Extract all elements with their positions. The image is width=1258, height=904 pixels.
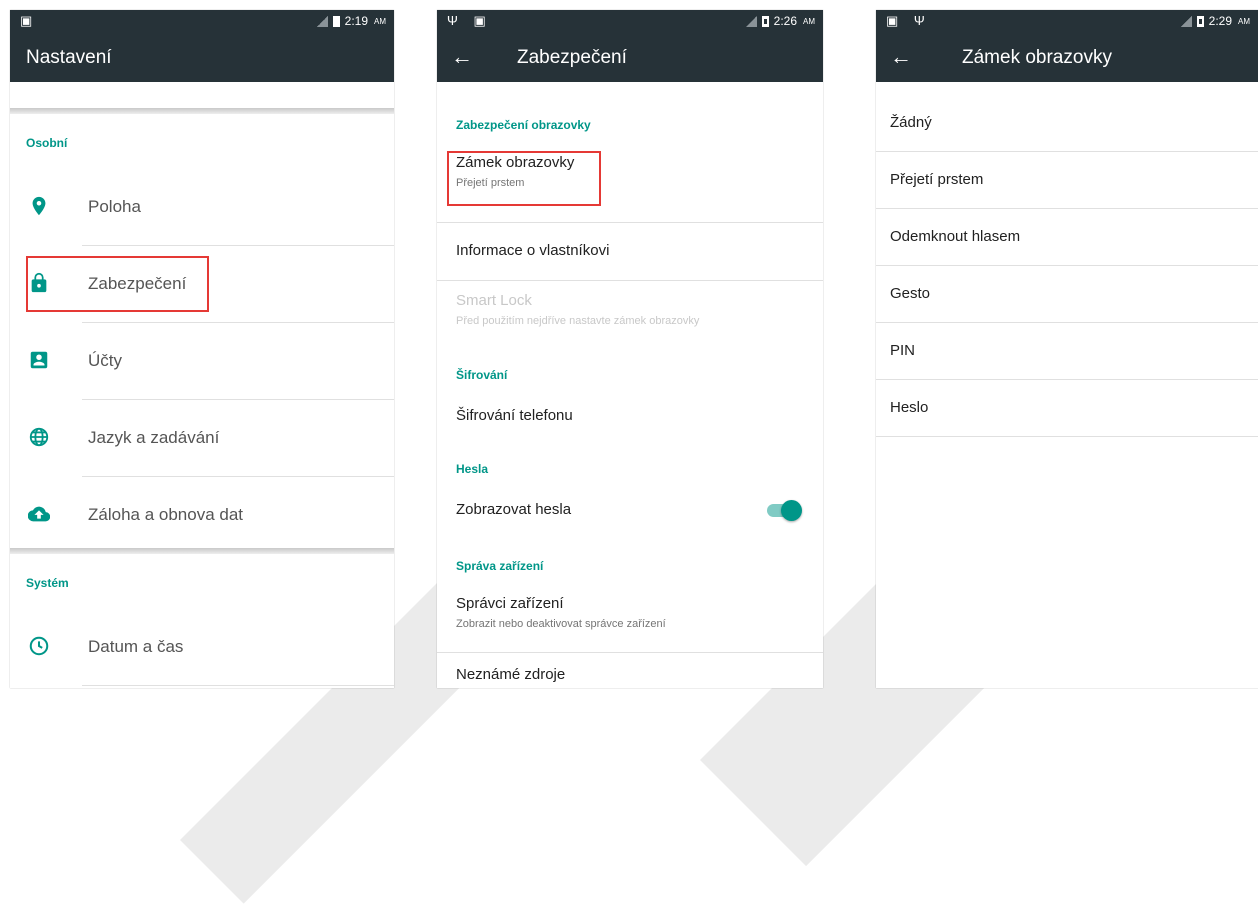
settings-screen: ▣ 2:19 AM Nastavení Osobní Poloha Zabezpe… (10, 10, 394, 688)
highlight-box (447, 151, 601, 206)
row-divider (876, 436, 1258, 437)
battery-icon (332, 15, 340, 27)
settings-item-label: Záloha a obnova dat (88, 505, 244, 524)
page-title: Nastavení (26, 47, 112, 68)
status-bar: ▣ Ψ 2:29 AM (876, 10, 1258, 34)
lock-option-label: PIN (890, 342, 916, 359)
notification-icons: ▣ Ψ (886, 13, 931, 28)
lock-option-label: Odemknout hlasem (890, 228, 1021, 245)
pref-unknown-sources[interactable]: Neznámé zdroje (437, 653, 823, 688)
page-title: Zabezpečení (517, 47, 627, 68)
clock-ampm: AM (803, 16, 815, 26)
status-bar: Ψ ▣ 2:26 AM (437, 10, 823, 34)
settings-item-label: Datum a čas (88, 637, 184, 656)
status-right: 2:29 AM (1180, 14, 1250, 28)
section-header-screen-security: Zabezpečení obrazovky (456, 118, 591, 132)
clock-time: 2:29 (1208, 14, 1232, 28)
section-header-device-admin: Správa zařízení (456, 559, 544, 573)
settings-item-jazyk[interactable]: Jazyk a zadávání (10, 400, 394, 477)
section-header-system: Systém (26, 576, 69, 590)
highlight-box (26, 256, 209, 312)
pref-owner-info[interactable]: Informace o vlastníkovi (437, 223, 823, 281)
lock-option-none[interactable]: Žádný (876, 95, 1258, 152)
lock-option-password[interactable]: Heslo (876, 380, 1258, 437)
app-bar: ← Zámek obrazovky (876, 34, 1258, 82)
signal-icon (316, 15, 328, 27)
pref-title: Informace o vlastníkovi (456, 242, 610, 259)
globe-icon (29, 427, 49, 447)
lock-option-voice[interactable]: Odemknout hlasem (876, 209, 1258, 266)
location-pin-icon (32, 196, 46, 216)
status-bar: ▣ 2:19 AM (10, 10, 394, 34)
battery-charging-icon (761, 15, 769, 27)
pref-show-passwords[interactable]: Zobrazovat hesla (437, 484, 823, 544)
settings-item-zaloha[interactable]: Záloha a obnova dat (10, 477, 394, 554)
lock-option-label: Heslo (890, 399, 929, 416)
settings-item-ucty[interactable]: Účty (10, 323, 394, 400)
settings-item-label: Jazyk a zadávání (88, 428, 220, 447)
back-arrow-icon[interactable]: ← (451, 44, 473, 70)
settings-item-label: Účty (88, 351, 122, 370)
pref-title: Správci zařízení (456, 595, 564, 612)
clock-icon (29, 636, 49, 656)
section-header-encryption: Šifrování (456, 368, 508, 382)
clock-ampm: AM (1238, 16, 1250, 26)
notification-icons: Ψ ▣ (447, 13, 492, 28)
show-passwords-toggle[interactable] (767, 500, 803, 522)
battery-charging-icon (1196, 15, 1204, 27)
pref-smart-lock: Smart Lock Před použitím nejdříve nastav… (437, 281, 823, 359)
lock-option-pattern[interactable]: Gesto (876, 266, 1258, 323)
clock-time: 2:26 (773, 14, 797, 28)
signal-icon (745, 15, 757, 27)
security-screen: Ψ ▣ 2:26 AM ← Zabezpečení Zabezpečení obr… (437, 10, 823, 688)
back-arrow-icon[interactable]: ← (890, 44, 912, 70)
settings-item-poloha[interactable]: Poloha (10, 169, 394, 246)
pref-phone-encryption[interactable]: Šifrování telefonu (437, 390, 823, 450)
row-divider (82, 685, 394, 686)
clock-ampm: AM (374, 16, 386, 26)
settings-item-label: Poloha (88, 197, 141, 216)
lock-option-pin[interactable]: PIN (876, 323, 1258, 380)
lock-option-label: Žádný (890, 114, 932, 131)
section-divider (10, 108, 394, 114)
lock-option-label: Přejetí prstem (890, 171, 984, 188)
status-right: 2:26 AM (745, 14, 815, 28)
cloud-upload-icon (28, 506, 50, 522)
signal-icon (1180, 15, 1192, 27)
account-box-icon (30, 351, 48, 369)
toggle-thumb (781, 500, 802, 521)
section-header-osobni: Osobní (26, 136, 68, 150)
app-bar: Nastavení (10, 34, 394, 82)
app-bar: ← Zabezpečení (437, 34, 823, 82)
notification-icons: ▣ (20, 13, 39, 28)
pref-title: Šifrování telefonu (456, 407, 573, 424)
pref-title: Zobrazovat hesla (456, 501, 572, 518)
pref-device-admins[interactable]: Správci zařízení Zobrazit nebo deaktivov… (437, 582, 823, 653)
lock-option-label: Gesto (890, 285, 931, 302)
pref-summary: Před použitím nejdříve nastavte zámek ob… (456, 315, 700, 327)
clock-time: 2:19 (344, 14, 368, 28)
pref-summary: Zobrazit nebo deaktivovat správce zaříze… (456, 618, 666, 630)
pref-title: Smart Lock (456, 292, 532, 309)
lock-option-swipe[interactable]: Přejetí prstem (876, 152, 1258, 209)
settings-item-datum[interactable]: Datum a čas (10, 609, 394, 686)
section-divider (10, 548, 394, 554)
status-right: 2:19 AM (316, 14, 386, 28)
section-header-passwords: Hesla (456, 462, 489, 476)
screen-lock-screen: ▣ Ψ 2:29 AM ← Zámek obrazovky Žádný Přeje… (876, 10, 1258, 688)
page-title: Zámek obrazovky (962, 47, 1112, 68)
pref-title: Neznámé zdroje (456, 666, 566, 683)
